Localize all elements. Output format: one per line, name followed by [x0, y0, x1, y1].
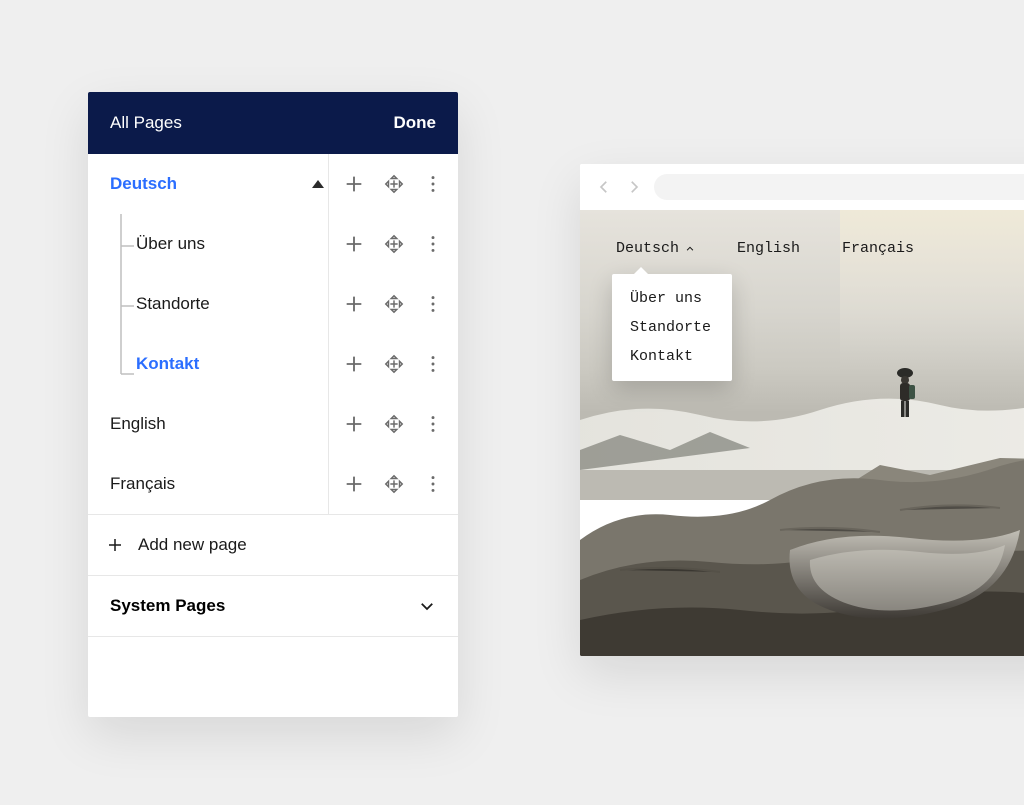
add-icon[interactable]	[343, 413, 365, 435]
dropdown-item[interactable]: Kontakt	[612, 342, 732, 371]
dropdown-item[interactable]: Über uns	[612, 284, 732, 313]
page-item-deutsch: Deutsch	[88, 154, 458, 214]
page-actions	[328, 274, 458, 334]
page-label: English	[110, 414, 166, 434]
page-label-cell[interactable]: Deutsch	[88, 154, 328, 214]
system-pages-label: System Pages	[110, 596, 225, 616]
page-item-uber-uns: Über uns	[88, 214, 458, 274]
page-label-cell[interactable]: Français	[88, 454, 328, 514]
page-label-cell[interactable]: Standorte	[88, 274, 328, 334]
page-actions	[328, 334, 458, 394]
nav-item-english[interactable]: English	[737, 240, 800, 257]
page-item-kontakt: Kontakt	[88, 334, 458, 394]
add-page-label: Add new page	[138, 535, 247, 555]
page-label: Über uns	[136, 234, 205, 254]
add-icon[interactable]	[343, 473, 365, 495]
panel-pad	[88, 637, 458, 717]
site-viewport: Deutsch English Français Über uns Stando…	[580, 210, 1024, 656]
add-icon[interactable]	[343, 353, 365, 375]
more-icon[interactable]	[422, 413, 444, 435]
page-label: Deutsch	[110, 174, 177, 194]
page-label: Français	[110, 474, 175, 494]
page-item-standorte: Standorte	[88, 274, 458, 334]
site-nav: Deutsch English Français	[616, 240, 914, 257]
more-icon[interactable]	[422, 173, 444, 195]
nav-item-deutsch[interactable]: Deutsch	[616, 240, 695, 257]
move-icon[interactable]	[383, 353, 405, 375]
move-icon[interactable]	[383, 473, 405, 495]
done-button[interactable]: Done	[394, 113, 437, 133]
nav-dropdown: Über uns Standorte Kontakt	[612, 274, 732, 381]
panel-header: All Pages Done	[88, 92, 458, 154]
move-icon[interactable]	[383, 413, 405, 435]
forward-button[interactable]	[624, 177, 644, 197]
page-actions	[328, 394, 458, 454]
nav-label: Deutsch	[616, 240, 679, 257]
nav-label: Français	[842, 240, 914, 257]
page-item-english: English	[88, 394, 458, 454]
collapse-icon[interactable]	[312, 180, 324, 188]
back-button[interactable]	[594, 177, 614, 197]
pages-panel: All Pages Done Deutsch	[88, 92, 458, 717]
page-label-cell[interactable]: English	[88, 394, 328, 454]
more-icon[interactable]	[422, 473, 444, 495]
dropdown-item[interactable]: Standorte	[612, 313, 732, 342]
more-icon[interactable]	[422, 233, 444, 255]
more-icon[interactable]	[422, 353, 444, 375]
system-pages-toggle[interactable]: System Pages	[88, 576, 458, 636]
page-actions	[328, 454, 458, 514]
page-actions	[328, 154, 458, 214]
nav-label: English	[737, 240, 800, 257]
move-icon[interactable]	[383, 173, 405, 195]
nav-item-francais[interactable]: Français	[842, 240, 914, 257]
page-label: Kontakt	[136, 354, 199, 374]
plus-icon	[106, 536, 124, 554]
move-icon[interactable]	[383, 293, 405, 315]
panel-title: All Pages	[110, 113, 182, 133]
chevron-up-icon	[685, 244, 695, 254]
browser-toolbar	[580, 164, 1024, 210]
page-label-cell[interactable]: Kontakt	[88, 334, 328, 394]
add-icon[interactable]	[343, 293, 365, 315]
chevron-down-icon	[418, 597, 436, 615]
more-icon[interactable]	[422, 293, 444, 315]
page-actions	[328, 214, 458, 274]
browser-preview: Deutsch English Français Über uns Stando…	[580, 164, 1024, 656]
add-icon[interactable]	[343, 173, 365, 195]
move-icon[interactable]	[383, 233, 405, 255]
add-page-button[interactable]: Add new page	[88, 515, 458, 575]
add-icon[interactable]	[343, 233, 365, 255]
page-label: Standorte	[136, 294, 210, 314]
page-item-francais: Français	[88, 454, 458, 514]
page-label-cell[interactable]: Über uns	[88, 214, 328, 274]
pages-tree: Deutsch Über uns	[88, 154, 458, 514]
address-bar[interactable]	[654, 174, 1024, 200]
